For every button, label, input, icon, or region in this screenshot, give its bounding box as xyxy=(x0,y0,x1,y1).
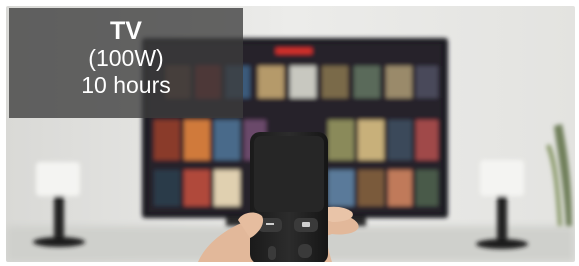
caption-overlay: TV (100W) 10 hours xyxy=(9,8,243,118)
appliance-name: TV xyxy=(110,17,142,45)
power-rating: (100W) xyxy=(88,45,164,71)
usage-duration: 10 hours xyxy=(81,72,171,98)
appliance-card: TV (100W) 10 hours xyxy=(0,0,579,266)
